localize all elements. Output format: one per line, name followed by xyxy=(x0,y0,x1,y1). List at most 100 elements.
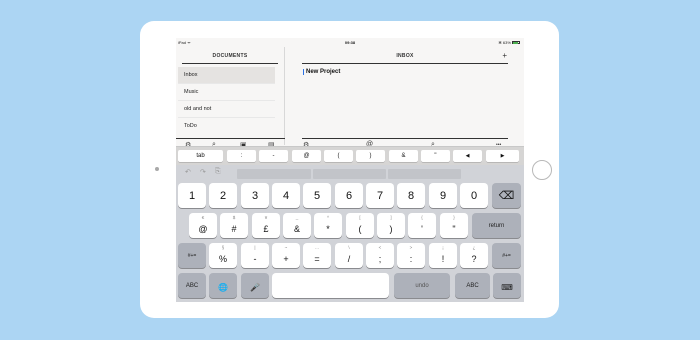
key-label: ! xyxy=(441,254,445,264)
battery-icon xyxy=(512,41,520,45)
screen: iPad ᯤ 09:38 ✻ 63% DOCUMENTS Inbox Music… xyxy=(176,38,524,302)
key-label: ) xyxy=(389,224,393,234)
key-2[interactable]: 2 xyxy=(209,183,237,208)
key-label: 6 xyxy=(345,190,353,202)
key-alt-label: ¡ xyxy=(442,245,444,250)
add-button[interactable]: + xyxy=(502,51,507,60)
document-item-inbox[interactable]: Inbox xyxy=(178,67,275,84)
key-minus[interactable]: | - xyxy=(241,243,269,268)
key-alt-label: ¥ xyxy=(264,215,268,220)
key-label: 0 xyxy=(470,190,478,202)
key-alt-label: … xyxy=(314,245,320,250)
acc-key-dash[interactable]: - xyxy=(259,150,288,162)
prediction-slot[interactable] xyxy=(237,169,311,179)
key-1[interactable]: 1 xyxy=(178,183,206,208)
key-label: - xyxy=(253,254,257,264)
key-6[interactable]: 6 xyxy=(335,183,363,208)
home-button[interactable] xyxy=(532,160,552,180)
key-hash[interactable]: $ # xyxy=(220,213,248,238)
key-colon[interactable]: >: xyxy=(397,243,425,268)
key-4[interactable]: 4 xyxy=(272,183,300,208)
undo-icon[interactable]: ↶ xyxy=(185,168,191,176)
globe-key[interactable]: 🌐 xyxy=(209,273,237,298)
shift-symbols-key-right[interactable]: #+= xyxy=(492,243,521,268)
key-apostrophe[interactable]: {' xyxy=(408,213,436,238)
document-item-old-and-not[interactable]: old and not xyxy=(178,101,275,118)
key-alt-label: } xyxy=(453,215,455,220)
key-9[interactable]: 9 xyxy=(429,183,457,208)
status-bar: iPad ᯤ 09:38 ✻ 63% xyxy=(176,38,524,47)
backspace-key[interactable]: ⌫ xyxy=(492,183,521,208)
inbox-pane: INBOX + New Project ⚙ @ ⌕ ••• xyxy=(286,47,524,149)
key-3[interactable]: 3 xyxy=(241,183,269,208)
key-exclamation[interactable]: ¡! xyxy=(429,243,457,268)
key-label: £ xyxy=(263,224,269,234)
key-label: 3 xyxy=(251,190,259,202)
key-equals[interactable]: … = xyxy=(303,243,331,268)
editor-text[interactable]: New Project xyxy=(303,69,340,75)
key-label: & xyxy=(293,224,300,234)
prediction-slot[interactable] xyxy=(313,169,386,179)
key-label: #+= xyxy=(502,253,511,259)
return-key[interactable]: return xyxy=(472,213,521,238)
prediction-slot[interactable] xyxy=(388,169,461,179)
key-label: 9 xyxy=(439,190,447,202)
acc-key-open-paren[interactable]: ( xyxy=(324,150,353,162)
redo-icon[interactable]: ↷ xyxy=(200,168,206,176)
key-percent[interactable]: §% xyxy=(209,243,237,268)
key-7[interactable]: 7 xyxy=(366,183,394,208)
acc-key-left-arrow[interactable]: ◀ xyxy=(453,150,482,162)
key-label: " xyxy=(452,224,456,234)
key-label: = xyxy=(314,254,320,264)
key-at[interactable]: € @ xyxy=(189,213,217,238)
inbox-divider xyxy=(302,63,508,64)
key-ampersand[interactable]: _ & xyxy=(283,213,311,238)
key-0[interactable]: 0 xyxy=(460,183,488,208)
hide-keyboard-key[interactable]: ⌨ xyxy=(493,273,521,298)
key-alt-label: < xyxy=(378,245,382,250)
acc-key-tab[interactable]: tab xyxy=(178,150,223,162)
accessory-bar: tab : - @ ( ) & " ◀ ▶ xyxy=(176,146,524,165)
key-alt-label: $ xyxy=(232,215,236,220)
key-label: 8 xyxy=(407,190,415,202)
shortcut-row: ↶ ↷ ⎘ xyxy=(176,165,524,179)
shift-symbols-key[interactable]: #+= xyxy=(178,243,206,268)
key-alt-label: _ xyxy=(295,215,299,220)
key-label: # xyxy=(231,224,237,234)
key-double-quote[interactable]: } " xyxy=(440,213,468,238)
key-open-paren[interactable]: [( xyxy=(346,213,374,238)
key-question[interactable]: ¿? xyxy=(460,243,488,268)
paste-icon[interactable]: ⎘ xyxy=(215,168,221,176)
key-slash[interactable]: \ / xyxy=(335,243,363,268)
key-alt-label: > xyxy=(409,245,413,250)
abc-key-right[interactable]: ABC xyxy=(455,273,490,298)
inbox-title: INBOX xyxy=(396,53,414,59)
acc-key-colon[interactable]: : xyxy=(227,150,256,162)
key-close-paren[interactable]: ]) xyxy=(377,213,405,238)
abc-key-left[interactable]: ABC xyxy=(178,273,206,298)
document-item-todo[interactable]: ToDo xyxy=(178,118,275,135)
key-label: % xyxy=(218,254,227,264)
microphone-icon: 🎤 xyxy=(250,283,260,292)
acc-key-ampersand[interactable]: & xyxy=(389,150,418,162)
key-8[interactable]: 8 xyxy=(397,183,425,208)
key-label: ? xyxy=(471,254,477,264)
acc-key-quote[interactable]: " xyxy=(421,150,450,162)
key-plus[interactable]: ~ + xyxy=(272,243,300,268)
mic-key[interactable]: 🎤 xyxy=(241,273,269,298)
keyboard-icon: ⌨ xyxy=(501,283,513,292)
camera-dot xyxy=(155,167,159,171)
document-item-music[interactable]: Music xyxy=(178,84,275,101)
key-5[interactable]: 5 xyxy=(303,183,331,208)
keyboard: ↶ ↷ ⎘ 1 2 3 4 5 6 7 8 9 0 ⌫ € @ $ # ¥ £ _ & … xyxy=(176,165,524,302)
space-bar[interactable] xyxy=(272,273,389,298)
key-semicolon[interactable]: <; xyxy=(366,243,394,268)
documents-title: DOCUMENTS xyxy=(212,53,248,59)
key-asterisk[interactable]: ^ * xyxy=(314,213,342,238)
acc-key-right-arrow[interactable]: ▶ xyxy=(486,150,519,162)
acc-key-at[interactable]: @ xyxy=(292,150,321,162)
acc-key-close-paren[interactable]: ) xyxy=(356,150,385,162)
undo-key[interactable]: undo xyxy=(394,273,450,298)
document-label: Inbox xyxy=(184,72,198,78)
key-pound[interactable]: ¥ £ xyxy=(252,213,280,238)
